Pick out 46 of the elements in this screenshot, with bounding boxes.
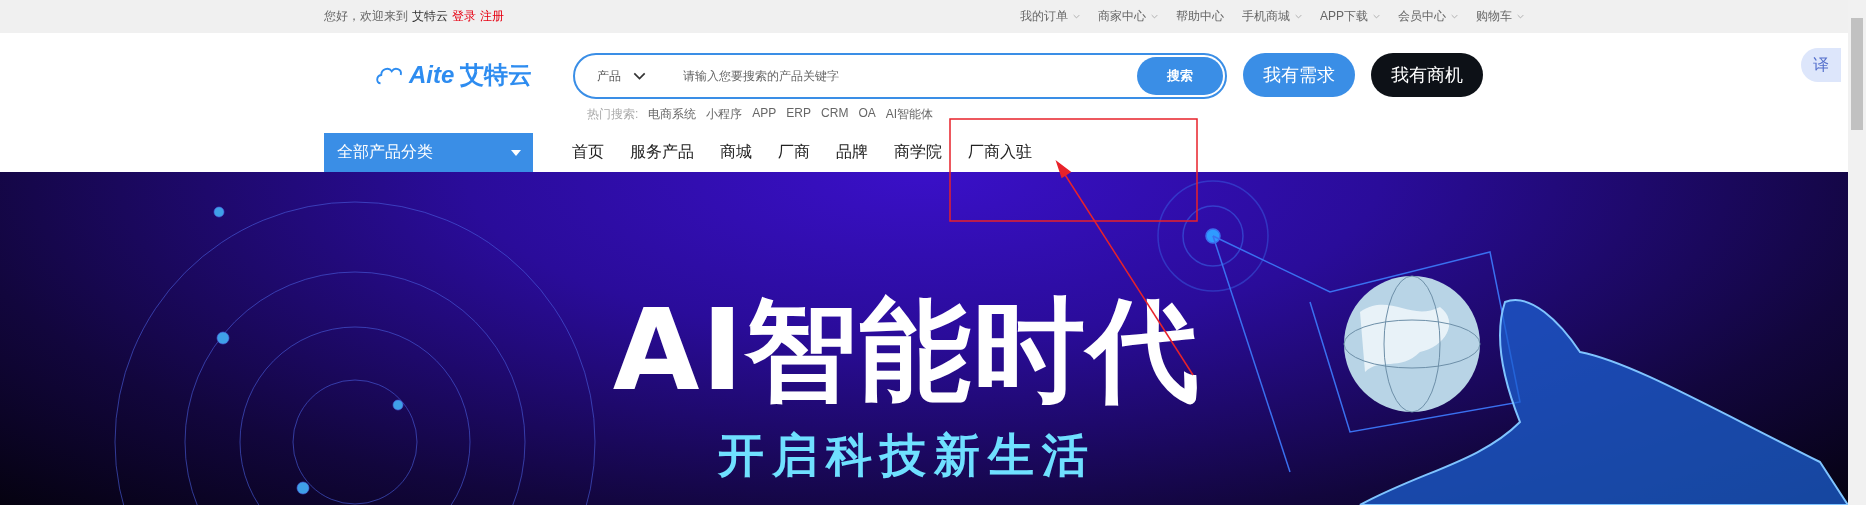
- nav-link[interactable]: 品牌: [836, 142, 868, 163]
- chevron-down-icon: [1295, 14, 1302, 19]
- hot-search-link[interactable]: 电商系统: [648, 106, 697, 123]
- hot-search-link[interactable]: ERP: [786, 106, 812, 123]
- top-menu-link[interactable]: 商家中心: [1098, 8, 1146, 25]
- opportunity-button[interactable]: 我有商机: [1371, 53, 1483, 97]
- translate-button[interactable]: 译: [1801, 48, 1841, 82]
- welcome-text: 您好，欢迎来到: [324, 8, 408, 25]
- nav-link[interactable]: 厂商入驻: [968, 142, 1032, 163]
- chevron-down-icon: [1151, 14, 1158, 19]
- hot-search-link[interactable]: 小程序: [706, 106, 743, 123]
- nav-link[interactable]: 商学院: [894, 142, 942, 163]
- top-menu-link[interactable]: 购物车: [1476, 8, 1512, 25]
- hot-search-label: 热门搜索:: [587, 106, 639, 123]
- top-menu-link[interactable]: APP下载: [1320, 8, 1368, 25]
- nav-link[interactable]: 厂商: [778, 142, 810, 163]
- top-menu-link[interactable]: 帮助中心: [1176, 8, 1224, 25]
- nav-link[interactable]: 服务产品: [630, 142, 694, 163]
- chevron-down-icon: [1073, 14, 1080, 19]
- hot-search-link[interactable]: CRM: [821, 106, 849, 123]
- chevron-down-icon: [1373, 14, 1380, 19]
- hot-search-link[interactable]: AI智能体: [885, 106, 934, 123]
- category-menu-button[interactable]: 全部产品分类: [324, 133, 533, 172]
- site-name: 艾特云: [412, 8, 448, 25]
- top-menu-link[interactable]: 手机商城: [1242, 8, 1290, 25]
- nav-link[interactable]: 商城: [720, 142, 752, 163]
- top-menu-link[interactable]: 我的订单: [1020, 8, 1068, 25]
- chevron-down-icon: [1451, 14, 1458, 19]
- banner-subtitle: 开启科技新生活: [718, 432, 1096, 478]
- top-menu-link[interactable]: 会员中心: [1398, 8, 1446, 25]
- chevron-down-icon: [633, 72, 646, 80]
- login-link[interactable]: 登录: [452, 8, 476, 25]
- search-field[interactable]: 请输入您要搜索的产品关键字: [681, 68, 1137, 84]
- scrollbar-thumb[interactable]: [1851, 18, 1863, 130]
- logo-name: 艾特云: [460, 60, 533, 90]
- demand-button[interactable]: 我有需求: [1243, 53, 1355, 97]
- search-button[interactable]: 搜索: [1137, 57, 1223, 95]
- chevron-down-icon: [1517, 14, 1524, 19]
- search-category[interactable]: 产品: [597, 67, 621, 85]
- hot-search-link[interactable]: APP: [752, 106, 777, 123]
- triangle-down-icon: [511, 149, 521, 156]
- banner-title: AI智能时代: [612, 294, 1202, 406]
- hot-search-link[interactable]: OA: [858, 106, 876, 123]
- logo-text: Aite: [409, 61, 455, 89]
- nav-link[interactable]: 首页: [572, 142, 604, 163]
- register-link[interactable]: 注册: [480, 8, 504, 25]
